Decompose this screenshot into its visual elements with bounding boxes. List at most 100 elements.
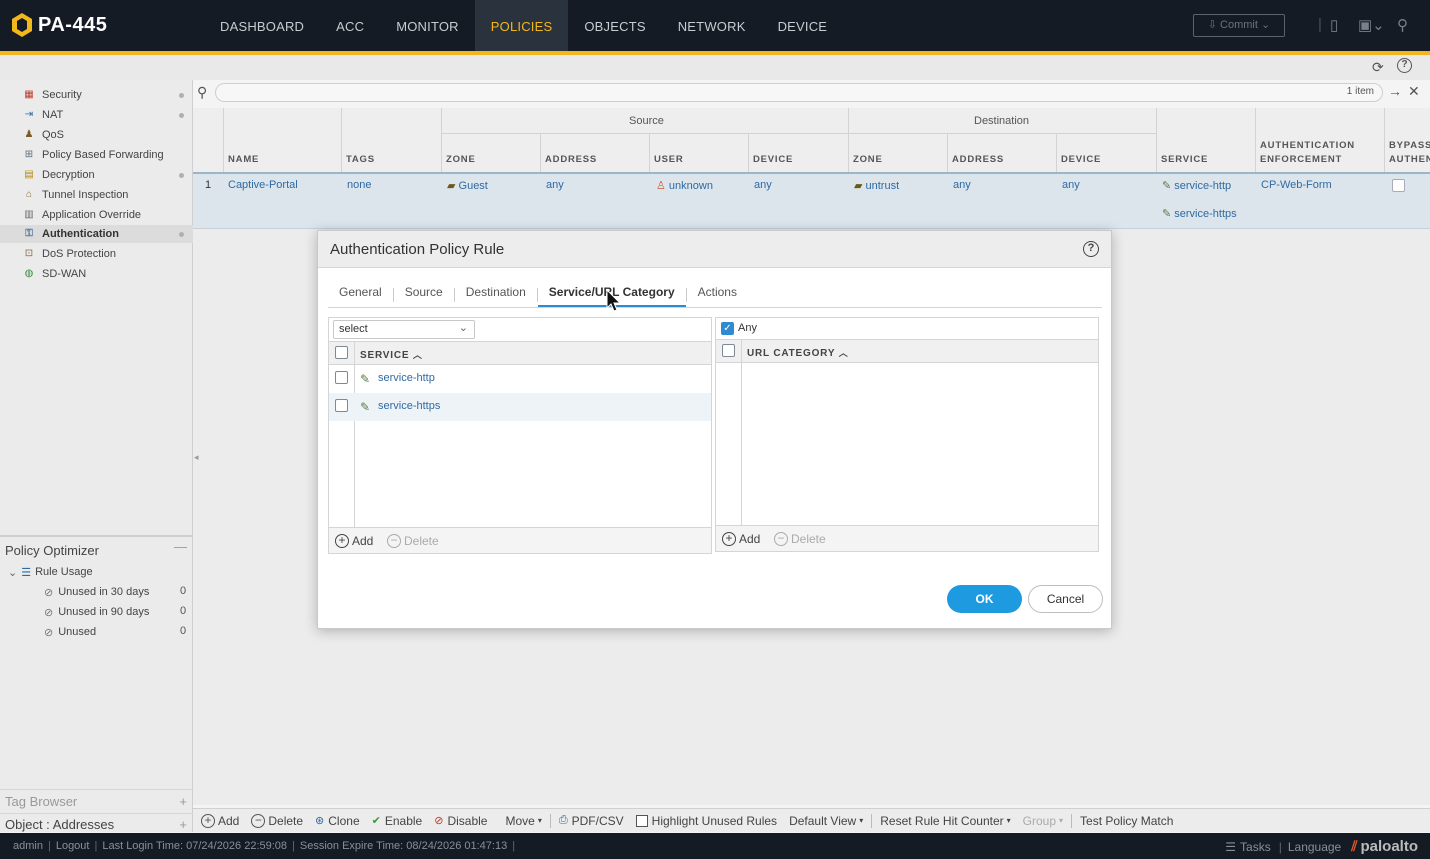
sidebar-item-pbf[interactable]: ⊞ Policy Based Forwarding — [22, 146, 190, 164]
search-icon[interactable]: ⚲ — [1397, 16, 1408, 34]
expand-icon[interactable]: + — [179, 817, 187, 832]
url-add-button[interactable]: + Add — [722, 532, 760, 546]
nav-policies[interactable]: POLICIES — [474, 0, 569, 51]
default-view-button[interactable]: Default View ▾ — [789, 814, 863, 828]
nav-network[interactable]: NETWORK — [662, 0, 762, 51]
col-enforcement[interactable]: ENFORCEMENT — [1260, 154, 1342, 165]
tab-actions[interactable]: Actions — [687, 279, 748, 307]
source-device[interactable]: any — [754, 179, 772, 191]
delete-button[interactable]: − Delete — [251, 813, 303, 828]
apply-filter-icon[interactable]: → — [1388, 83, 1402, 99]
col-destination-address[interactable]: ADDRESS — [952, 154, 1004, 165]
collapse-sidebar-icon[interactable]: ◂ — [194, 452, 199, 463]
destination-address[interactable]: any — [953, 179, 971, 191]
config-lock-icon[interactable]: ▯ — [1330, 16, 1338, 34]
service-https[interactable]: ✎ service-https — [1162, 207, 1237, 220]
select-all-checkbox[interactable] — [335, 346, 348, 359]
col-source-address[interactable]: ADDRESS — [545, 154, 597, 165]
cancel-button[interactable]: Cancel — [1028, 585, 1103, 613]
ok-button[interactable]: OK — [947, 585, 1022, 613]
help-icon[interactable]: ? — [1083, 241, 1099, 257]
highlight-checkbox[interactable] — [635, 814, 648, 827]
nav-acc[interactable]: ACC — [320, 0, 380, 51]
tag-browser-header[interactable]: Tag Browser + — [0, 789, 193, 811]
source-user[interactable]: ♙ unknown — [656, 179, 713, 192]
username[interactable]: admin — [13, 840, 43, 852]
table-row[interactable]: 1 Captive-Portal none ▰ Guest any ♙ unkn… — [193, 172, 1430, 229]
tab-source[interactable]: Source — [394, 279, 454, 307]
service-delete-button[interactable]: − Delete — [387, 534, 439, 548]
rule-tags[interactable]: none — [347, 179, 371, 191]
sidebar-item-decryption[interactable]: ▤ Decryption — [22, 166, 190, 184]
service-column-label[interactable]: SERVICE ︿ — [360, 348, 423, 361]
optimizer-item-unused-30[interactable]: ⊘ Unused in 30 days — [44, 583, 149, 601]
nav-dashboard[interactable]: DASHBOARD — [204, 0, 320, 51]
tab-general[interactable]: General — [328, 279, 393, 307]
search-input[interactable]: 1 item — [215, 83, 1383, 102]
col-source-zone[interactable]: ZONE — [446, 154, 476, 165]
add-button[interactable]: + Add — [201, 813, 239, 828]
search-icon[interactable]: ⚲ — [197, 84, 207, 101]
service-item-label[interactable]: service-http — [378, 372, 435, 384]
col-source-device[interactable]: DEVICE — [753, 154, 793, 165]
sidebar-item-sdwan[interactable]: ◍ SD-WAN — [22, 265, 190, 283]
col-name[interactable]: NAME — [228, 154, 259, 165]
destination-zone[interactable]: ▰ untrust — [854, 179, 899, 192]
col-authentication[interactable]: AUTHENTICATION — [1260, 140, 1355, 151]
commit-button[interactable]: ⇩ Commit ⌄ — [1193, 14, 1285, 37]
col-bypass-authen[interactable]: AUTHEN — [1389, 154, 1430, 165]
sidebar-item-nat[interactable]: ⇥ NAT — [22, 106, 190, 124]
select-all-checkbox[interactable] — [722, 344, 735, 357]
clear-filter-icon[interactable]: ✕ — [1408, 83, 1420, 100]
logout-link[interactable]: Logout — [56, 840, 90, 852]
save-config-icon[interactable]: ▣⌄ — [1358, 16, 1385, 34]
clone-button[interactable]: ⊛ Clone — [315, 814, 360, 828]
object-addresses-header[interactable]: Object : Addresses + — [0, 813, 193, 833]
bypass-checkbox[interactable] — [1392, 179, 1405, 192]
source-address[interactable]: any — [546, 179, 564, 191]
source-zone[interactable]: ▰ Guest — [447, 179, 488, 192]
sidebar-item-app-override[interactable]: ▥ Application Override — [22, 206, 190, 224]
rule-name[interactable]: Captive-Portal — [228, 179, 298, 191]
service-item-label[interactable]: service-https — [378, 400, 440, 412]
list-item[interactable]: ✎ service-https — [329, 393, 711, 421]
rule-usage-group[interactable]: ⌄ ☰ Rule Usage — [8, 563, 93, 581]
sidebar-item-tunnel-inspection[interactable]: ⌂ Tunnel Inspection — [22, 186, 190, 204]
sidebar-item-security[interactable]: ▦ Security — [22, 86, 190, 104]
tasks-link[interactable]: Tasks — [1240, 840, 1271, 854]
policy-optimizer-header[interactable]: Policy Optimizer — — [0, 535, 193, 558]
list-item[interactable]: ✎ service-http — [329, 365, 711, 393]
collapse-icon[interactable]: — — [174, 539, 187, 554]
row-checkbox[interactable] — [335, 399, 348, 412]
optimizer-item-unused-90[interactable]: ⊘ Unused in 90 days — [44, 603, 149, 621]
auth-enforcement[interactable]: CP-Web-Form — [1261, 179, 1332, 191]
sidebar-item-authentication[interactable]: ⚿ Authentication — [22, 225, 190, 243]
nav-monitor[interactable]: MONITOR — [380, 0, 475, 51]
group-button[interactable]: Group ▾ — [1023, 814, 1063, 828]
sidebar-item-dos-protection[interactable]: ⊡ DoS Protection — [22, 245, 190, 263]
any-checkbox[interactable]: ✓ — [721, 322, 734, 335]
col-destination-zone[interactable]: ZONE — [853, 154, 883, 165]
nav-objects[interactable]: OBJECTS — [568, 0, 661, 51]
col-source-user[interactable]: USER — [654, 154, 684, 165]
optimizer-item-unused[interactable]: ⊘ Unused — [44, 623, 96, 641]
refresh-icon[interactable]: ⟳ — [1372, 59, 1384, 76]
language-link[interactable]: Language — [1288, 840, 1341, 854]
destination-device[interactable]: any — [1062, 179, 1080, 191]
col-tags[interactable]: TAGS — [346, 154, 375, 165]
col-bypass[interactable]: BYPASS — [1389, 140, 1430, 151]
sidebar-item-qos[interactable]: ♟ QoS — [22, 126, 190, 144]
enable-button[interactable]: ✔ Enable — [372, 814, 423, 828]
highlight-unused-toggle[interactable]: Highlight Unused Rules — [635, 814, 777, 828]
tab-destination[interactable]: Destination — [455, 279, 537, 307]
reset-hit-counter-button[interactable]: Reset Rule Hit Counter ▾ — [880, 814, 1010, 828]
service-add-button[interactable]: + Add — [335, 534, 373, 548]
expand-icon[interactable]: + — [179, 794, 187, 809]
move-button[interactable]: Move ▾ — [505, 814, 541, 828]
nav-device[interactable]: DEVICE — [762, 0, 844, 51]
pdf-csv-button[interactable]: ⎙ PDF/CSV — [559, 814, 624, 828]
disable-button[interactable]: ⊘ Disable — [434, 814, 487, 828]
service-select[interactable]: select ⌄ — [333, 320, 475, 339]
service-http[interactable]: ✎ service-http — [1162, 179, 1231, 192]
row-checkbox[interactable] — [335, 371, 348, 384]
